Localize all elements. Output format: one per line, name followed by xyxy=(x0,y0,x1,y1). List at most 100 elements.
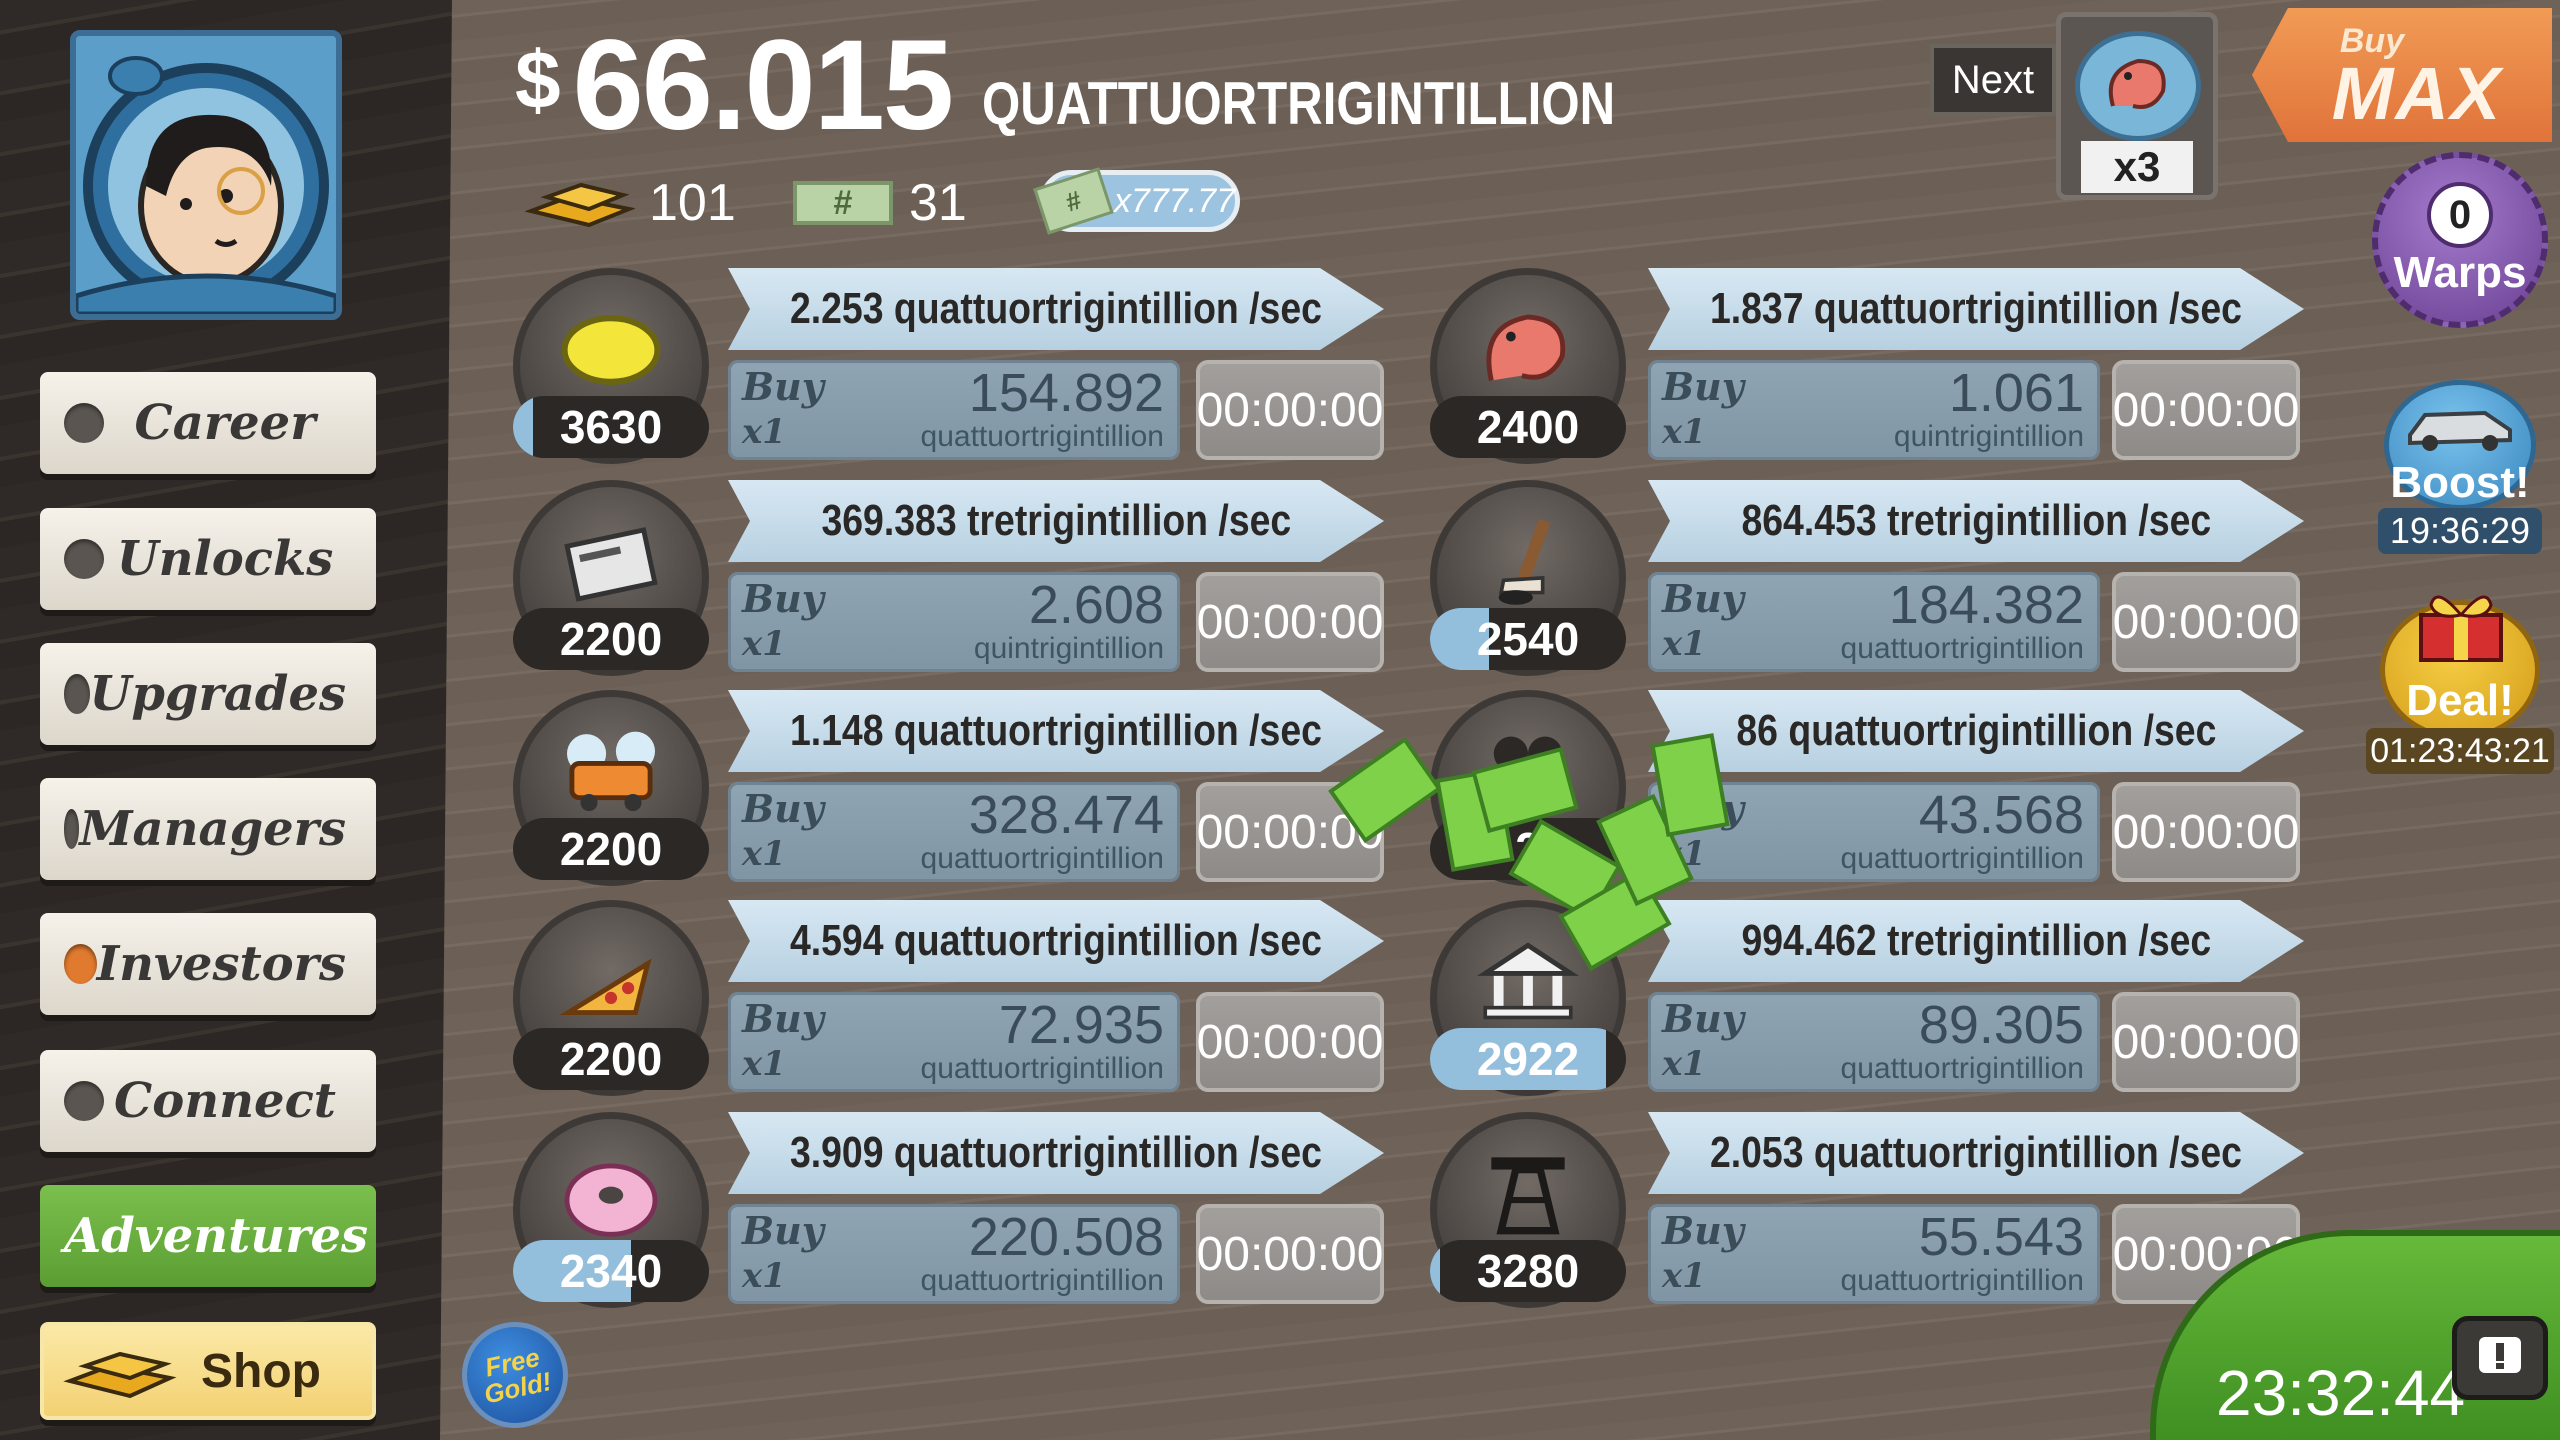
business-buy-button[interactable]: Buy x1 2.608 quintrigintillion xyxy=(728,572,1180,672)
business-count-value: 2200 xyxy=(559,823,663,875)
business-buy-button[interactable]: Buy x1 328.474 quattuortrigintillion xyxy=(728,782,1180,882)
deal-timer: 01:23:43:21 xyxy=(2366,728,2554,774)
megabucks-icon: # xyxy=(793,181,893,225)
currency-symbol: $ xyxy=(515,35,561,126)
business-progress-fill xyxy=(513,396,533,458)
tv-alert-icon[interactable] xyxy=(2452,1316,2548,1400)
megabucks-icon: # xyxy=(1033,167,1114,235)
business-count-value: 3630 xyxy=(559,401,663,453)
nav-connect-button[interactable]: Connect xyxy=(40,1050,376,1152)
business-buy-button[interactable]: Buy x1 55.543 quattuortrigintillion xyxy=(1648,1204,2100,1304)
buy-max-button[interactable]: Buy MAX xyxy=(2252,8,2552,142)
nav-career-button[interactable]: Career xyxy=(40,372,376,474)
gold-count: 101 xyxy=(649,174,736,232)
clock-time: 23:32:44 xyxy=(2216,1357,2466,1429)
business-rate-text: 1.837 quattuortrigintillion /sec xyxy=(1709,284,2242,333)
gold-counter[interactable]: 101 xyxy=(525,168,736,238)
buy-label: Buy xyxy=(742,786,824,831)
buy-label: Buy xyxy=(742,1208,824,1253)
business-count-value: 3280 xyxy=(1476,1245,1580,1297)
nav-upgrades-button[interactable]: Upgrades xyxy=(40,643,376,745)
oil-rig-icon xyxy=(1491,1157,1565,1235)
nav-status-dot xyxy=(64,674,90,714)
buy-cost-unit: quattuortrigintillion xyxy=(920,420,1164,453)
buy-label: Buy xyxy=(1662,576,1744,621)
business-rate-text: 3.909 quattuortrigintillion /sec xyxy=(789,1128,1322,1177)
nav-status-dot xyxy=(64,1081,104,1121)
warps-count: 0 xyxy=(2448,192,2472,237)
business-count-value: 2922 xyxy=(1476,1033,1580,1085)
warps-button[interactable]: 0 Warps xyxy=(2372,152,2548,328)
boost-timer: 19:36:29 xyxy=(2378,508,2542,554)
business-rate-banner: 1.148 quattuortrigintillion /sec xyxy=(728,690,1384,772)
business-timer-value: 00:00:00 xyxy=(1196,1015,1384,1069)
business-rate-text: 1.148 quattuortrigintillion /sec xyxy=(789,706,1322,755)
business-timer: 00:00:00 xyxy=(2112,782,2300,882)
lemon-icon xyxy=(561,315,661,385)
next-multiplier: x3 xyxy=(2081,141,2193,193)
buy-cost-unit: quintrigintillion xyxy=(973,632,1164,665)
nav-investors-button[interactable]: Investors xyxy=(40,913,376,1015)
business-timer: 00:00:00 xyxy=(2112,572,2300,672)
nav-status-dot xyxy=(64,539,104,579)
buy-cost-unit: quintrigintillion xyxy=(1893,420,2084,453)
business-buy-button[interactable]: Buy x1 89.305 quattuortrigintillion xyxy=(1648,992,2100,1092)
warps-count-badge: 0 xyxy=(2427,182,2493,248)
buy-cost: 43.568 xyxy=(1918,785,2084,845)
buy-cost-unit: quattuortrigintillion xyxy=(1840,842,2084,875)
boost-label: Boost! xyxy=(2390,458,2530,507)
deal-label: Deal! xyxy=(2406,676,2514,725)
nav-unlocks-button[interactable]: Unlocks xyxy=(40,508,376,610)
shop-label: Shop xyxy=(201,1344,321,1398)
business-timer: 00:00:00 xyxy=(1196,572,1384,672)
business-buy-button[interactable]: Buy x1 184.382 quattuortrigintillion xyxy=(1648,572,2100,672)
free-gold-label: Free Gold! xyxy=(481,1341,555,1410)
boost-button[interactable]: Boost! 19:36:29 xyxy=(2372,380,2548,556)
shrimp-icon xyxy=(1486,314,1566,382)
business-timer-value: 00:00:00 xyxy=(1196,383,1384,437)
business-count-value: 2200 xyxy=(559,613,663,665)
business-count-value: 2340 xyxy=(559,1245,663,1297)
player-avatar[interactable] xyxy=(70,30,342,320)
buy-cost: 2.608 xyxy=(1028,575,1164,635)
buy-cost-unit: quattuortrigintillion xyxy=(1840,1264,2084,1297)
megabucks-count: 31 xyxy=(909,174,967,232)
buy-max-line2: MAX xyxy=(2331,52,2503,136)
nav-status-dot xyxy=(64,403,104,443)
business-buy-button[interactable]: Buy x1 1.061 quintrigintillion xyxy=(1648,360,2100,460)
business-owned-count: 2540 xyxy=(1430,608,1626,670)
business-owned-count: 2200 xyxy=(513,818,709,880)
next-unlock-button[interactable]: Next xyxy=(1930,44,2056,116)
nav-managers-button[interactable]: Managers xyxy=(40,778,376,880)
multiplier-mega-symbol: # xyxy=(1061,184,1085,218)
buy-cost: 328.474 xyxy=(968,785,1164,845)
next-unlock-panel[interactable]: x3 xyxy=(2056,12,2218,200)
buy-cost: 184.382 xyxy=(1888,575,2084,635)
angel-multiplier-badge[interactable]: # x777.77 xyxy=(1033,167,1240,235)
business-rate-banner: 864.453 tretrigintillion /sec xyxy=(1648,480,2304,562)
business-timer: 00:00:00 xyxy=(2112,360,2300,460)
next-multiplier-value: x3 xyxy=(2113,143,2161,190)
business-rate-text: 369.383 tretrigintillion /sec xyxy=(821,496,1291,545)
business-buy-button[interactable]: Buy x1 72.935 quattuortrigintillion xyxy=(728,992,1180,1092)
shop-button[interactable]: Shop xyxy=(40,1322,376,1420)
deal-button[interactable]: Deal! 01:23:43:21 xyxy=(2366,580,2554,780)
business-timer: 00:00:00 xyxy=(1196,360,1384,460)
business-buy-button[interactable]: Buy x1 154.892 quattuortrigintillion xyxy=(728,360,1180,460)
free-gold-button[interactable]: Free Gold! xyxy=(462,1322,568,1428)
buy-label: Buy xyxy=(742,996,824,1041)
nav-adventures-button[interactable]: Adventures xyxy=(40,1185,376,1287)
business-buy-button[interactable]: Buy x1 220.508 quattuortrigintillion xyxy=(728,1204,1180,1304)
business-timer-value: 00:00:00 xyxy=(2112,595,2300,649)
business-timer-value: 00:00:00 xyxy=(2112,805,2300,859)
nav-status-dot xyxy=(64,809,80,849)
business-timer: 00:00:00 xyxy=(1196,1204,1384,1304)
buy-quantity: x1 xyxy=(742,412,786,452)
business-owned-count: 2200 xyxy=(513,608,709,670)
megabucks-counter[interactable]: # 31 xyxy=(793,168,967,238)
gift-box-icon xyxy=(2419,595,2503,662)
business-rate-text: 2.253 quattuortrigintillion /sec xyxy=(789,284,1322,333)
business-rate-banner: 86 quattuortrigintillion /sec xyxy=(1648,690,2304,772)
business-timer-value: 00:00:00 xyxy=(2112,1015,2300,1069)
business-owned-count: 3280 xyxy=(1430,1240,1626,1302)
